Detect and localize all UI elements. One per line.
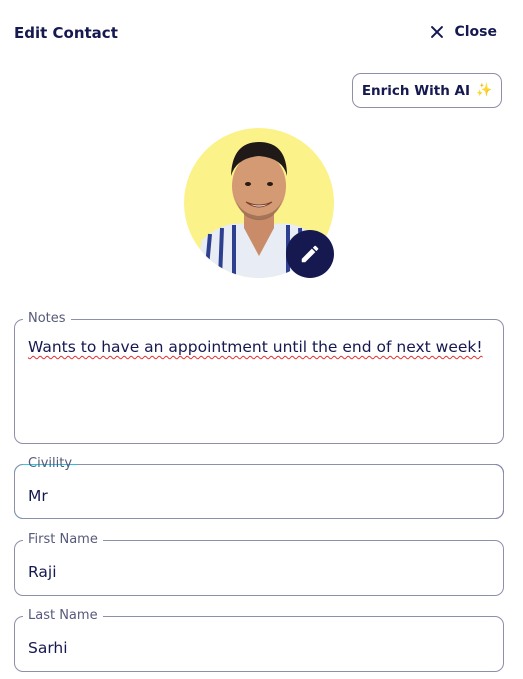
page-title: Edit Contact bbox=[14, 24, 118, 42]
first-name-label: First Name bbox=[28, 532, 98, 547]
avatar-container bbox=[184, 128, 334, 278]
enrich-label: Enrich With AI bbox=[361, 82, 470, 99]
sparkles-icon: ✨ bbox=[476, 83, 493, 98]
close-button[interactable]: Close bbox=[430, 24, 497, 40]
close-label: Close bbox=[454, 24, 497, 40]
civility-label: Civility bbox=[28, 456, 73, 471]
enrich-with-ai-button[interactable]: Enrich With AI ✨ bbox=[352, 73, 502, 108]
first-name-input[interactable]: Raji bbox=[28, 561, 490, 583]
edit-photo-button[interactable] bbox=[286, 230, 334, 278]
notes-field[interactable]: Notes Wants to have an appointment until… bbox=[14, 312, 504, 444]
close-icon bbox=[430, 25, 444, 39]
last-name-label: Last Name bbox=[28, 608, 98, 623]
civility-field[interactable]: Civility Mr bbox=[14, 457, 504, 519]
notes-textarea[interactable]: Wants to have an appointment until the e… bbox=[28, 336, 490, 358]
last-name-input[interactable]: Sarhi bbox=[28, 637, 490, 659]
civility-input[interactable]: Mr bbox=[28, 485, 490, 507]
notes-label: Notes bbox=[28, 311, 66, 326]
pencil-icon bbox=[301, 245, 319, 263]
last-name-field[interactable]: Last Name Sarhi bbox=[14, 609, 504, 672]
edit-contact-panel: Edit Contact Close Enrich With AI ✨ Note… bbox=[0, 0, 523, 679]
first-name-field[interactable]: First Name Raji bbox=[14, 533, 504, 596]
